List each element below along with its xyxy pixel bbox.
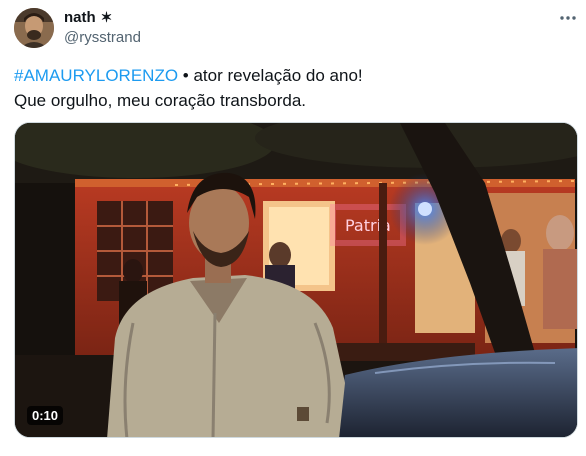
author-name-row[interactable]: nath ✶ (64, 9, 112, 26)
avatar-image (14, 8, 54, 48)
video-frame: Patria (15, 123, 577, 437)
tweet: nath ✶ @rysstrand #AMAURYLORENZO • ator … (0, 0, 586, 456)
tweet-text-line-2: Que orgulho, meu coração transborda. (14, 91, 307, 110)
more-dots-icon (560, 16, 576, 20)
tweet-text-line-1: #AMAURYLORENZO • ator revelação do ano! (14, 63, 574, 88)
tweet-text: #AMAURYLORENZO • ator revelação do ano! … (14, 63, 574, 113)
avatar[interactable] (14, 8, 54, 48)
video-duration-badge: 0:10 (27, 406, 64, 425)
hashtag-link[interactable]: #AMAURYLORENZO (14, 66, 178, 85)
tweet-text-line-1-rest: • ator revelação do ano! (178, 66, 363, 85)
name-emoji: ✶ (100, 9, 113, 25)
author-handle[interactable]: @rysstrand (64, 29, 141, 46)
more-options-button[interactable] (557, 10, 579, 26)
video-player[interactable]: Patria 0:10 (14, 122, 578, 438)
display-name[interactable]: nath (64, 9, 96, 26)
